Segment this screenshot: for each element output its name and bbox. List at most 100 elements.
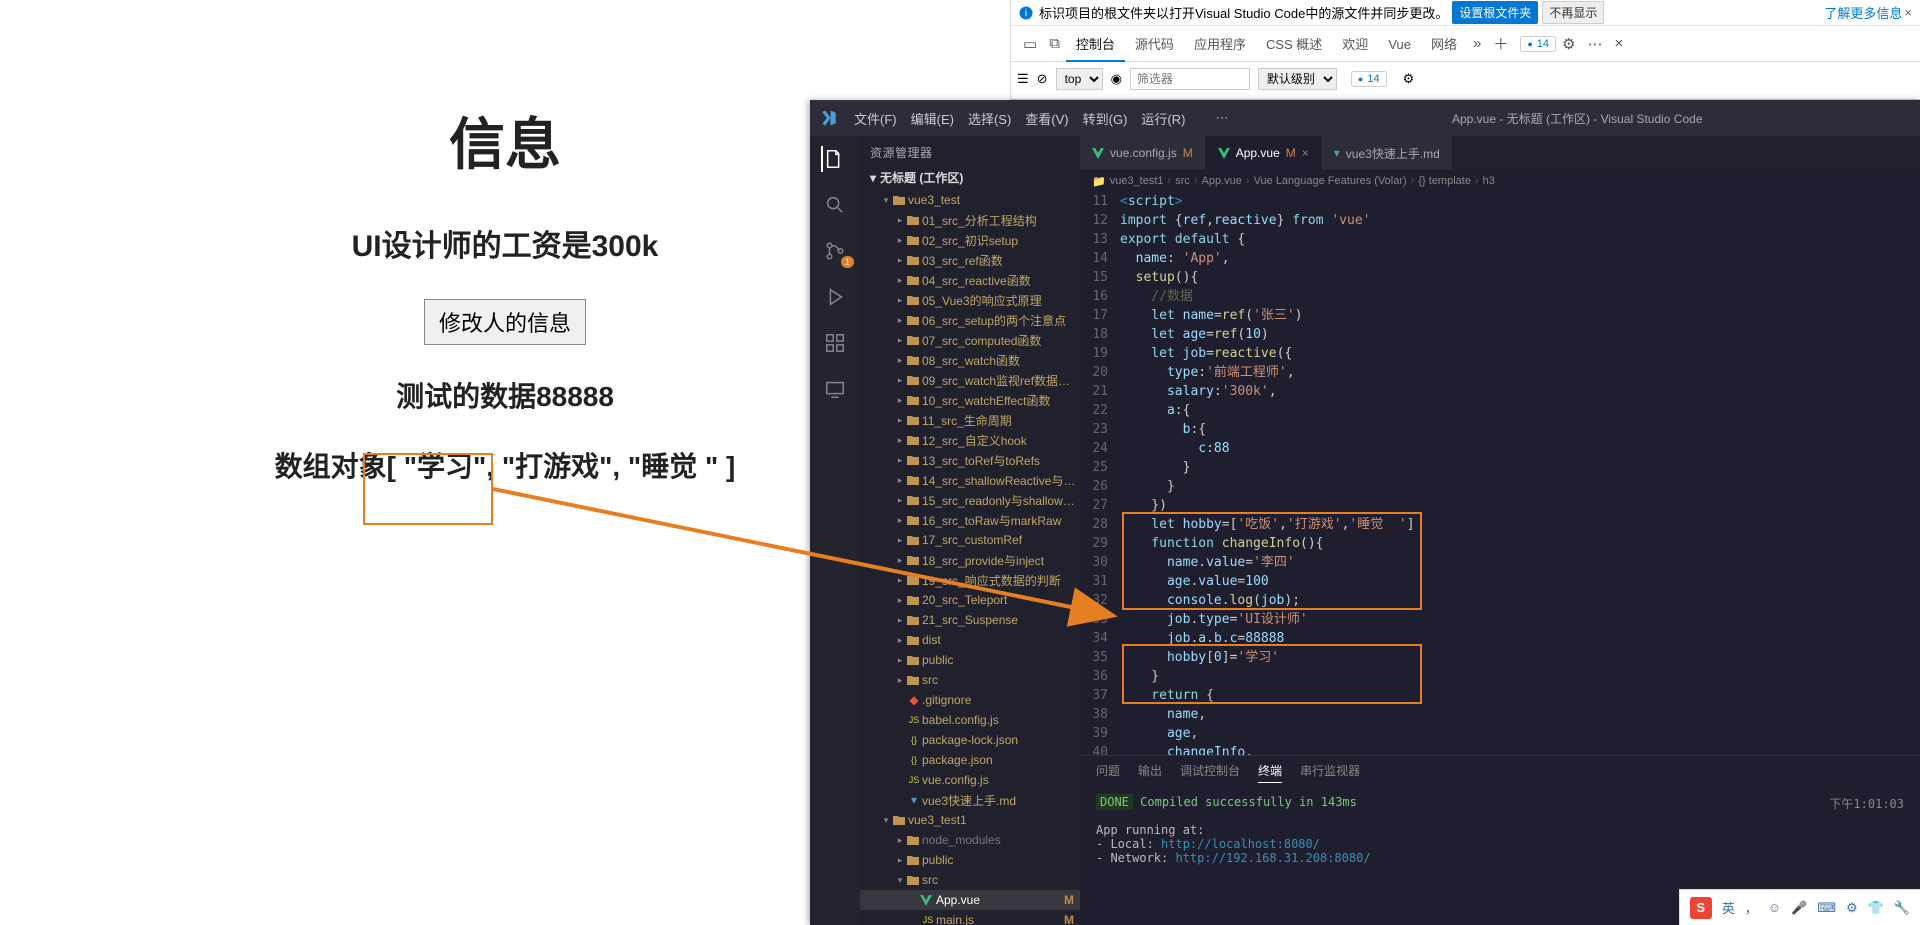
tree-item[interactable]: ▸09_src_watch监视ref数据的说明 [860, 370, 1080, 390]
dismiss-button[interactable]: 不再显示 [1542, 1, 1604, 24]
tree-item[interactable]: ▸08_src_watch函数 [860, 350, 1080, 370]
devtools-tab-欢迎[interactable]: 欢迎 [1332, 29, 1378, 60]
tree-item[interactable]: ▾vue3_test1 [860, 810, 1080, 830]
tree-item[interactable]: ▸dist [860, 630, 1080, 650]
sidebar-toggle-icon[interactable]: ☰ [1017, 71, 1029, 87]
breadcrumb[interactable]: 📁vue3_test1 › src › App.vue › Vue Langua… [1080, 170, 1920, 192]
tree-item[interactable]: ▸node_modules [860, 830, 1080, 850]
terminal-tab[interactable]: 调试控制台 [1180, 762, 1240, 783]
source-control-icon[interactable] [822, 238, 848, 264]
change-info-button[interactable]: 修改人的信息 [424, 299, 586, 345]
tree-item[interactable]: ▸06_src_setup的两个注意点 [860, 310, 1080, 330]
menu-item[interactable]: 编辑(E) [911, 112, 954, 127]
menu-item[interactable]: 选择(S) [968, 112, 1011, 127]
breadcrumb-item[interactable]: Vue Language Features (Volar) [1254, 175, 1407, 187]
workspace-label[interactable]: ▾无标题 (工作区) [860, 165, 1080, 190]
level-select[interactable]: 默认级别 [1258, 68, 1337, 90]
gear-icon[interactable]: ⚙ [1556, 29, 1581, 59]
tree-item[interactable]: ◆.gitignore [860, 690, 1080, 710]
tree-item[interactable]: ▸19_src_响应式数据的判断 [860, 570, 1080, 590]
more-icon[interactable]: ⋯ [1581, 29, 1608, 59]
context-select[interactable]: top [1056, 68, 1103, 90]
menu-item[interactable]: 文件(F) [854, 112, 897, 127]
eye-icon[interactable]: ◉ [1111, 71, 1122, 87]
breadcrumb-item[interactable]: h3 [1483, 175, 1495, 187]
editor-tab[interactable]: App.vueM× [1206, 136, 1322, 170]
set-root-button[interactable]: 设置根文件夹 [1452, 1, 1538, 24]
tree-item[interactable]: ▸10_src_watchEffect函数 [860, 390, 1080, 410]
filter-input[interactable] [1130, 68, 1250, 90]
tree-item[interactable]: ▸18_src_provide与inject [860, 550, 1080, 570]
devtools-tab-Vue[interactable]: Vue [1378, 29, 1421, 60]
devtools-tab-控制台[interactable]: 控制台 [1066, 29, 1125, 62]
tree-item[interactable]: JSvue.config.js [860, 770, 1080, 790]
tree-item[interactable]: ▸11_src_生命周期 [860, 410, 1080, 430]
menu-item[interactable]: 运行(R) [1141, 112, 1185, 127]
devtools-tab-源代码[interactable]: 源代码 [1125, 29, 1184, 60]
close-devtools-icon[interactable]: × [1608, 29, 1629, 58]
tree-item[interactable]: ▸13_src_toRef与toRefs [860, 450, 1080, 470]
ime-keyboard-icon[interactable]: ⌨ [1817, 900, 1836, 916]
clear-icon[interactable]: ⊘ [1037, 71, 1048, 87]
tree-item[interactable]: ▸07_src_computed函数 [860, 330, 1080, 350]
close-icon[interactable]: × [1904, 5, 1912, 20]
tree-item[interactable]: ▸21_src_Suspense [860, 610, 1080, 630]
ime-skin-icon[interactable]: 👕 [1868, 900, 1884, 916]
remote-icon[interactable] [822, 376, 848, 402]
dock-icon[interactable]: ⧉ [1043, 29, 1066, 58]
tree-item[interactable]: ▸12_src_自定义hook [860, 430, 1080, 450]
chevron-right-icon[interactable]: » [1467, 29, 1487, 58]
network-url[interactable]: http://192.168.31.208:8080/ [1175, 851, 1370, 865]
tree-item[interactable]: ▸public [860, 650, 1080, 670]
menu-item[interactable]: 转到(G) [1083, 112, 1128, 127]
breadcrumb-item[interactable]: vue3_test1 [1110, 175, 1164, 187]
issues-badge[interactable]: 14 [1520, 36, 1556, 52]
code-editor[interactable]: 11<script>12import {ref,reactive} from '… [1080, 192, 1920, 755]
device-toggle-icon[interactable]: ▭ [1017, 29, 1043, 59]
tree-item[interactable]: ▸14_src_shallowReactive与shallowRef [860, 470, 1080, 490]
terminal-tab[interactable]: 问题 [1096, 762, 1120, 783]
issues-badge-2[interactable]: 14 [1351, 71, 1387, 87]
tree-item[interactable]: {}package.json [860, 750, 1080, 770]
tree-item[interactable]: ▸02_src_初识setup [860, 230, 1080, 250]
breadcrumb-item[interactable]: src [1175, 175, 1190, 187]
menu-item[interactable]: 查看(V) [1025, 112, 1068, 127]
devtools-tab-应用程序[interactable]: 应用程序 [1184, 29, 1256, 60]
tree-item[interactable]: JSbabel.config.js [860, 710, 1080, 730]
ime-smile-icon[interactable]: ☺ [1768, 900, 1781, 915]
tree-item[interactable]: ▸05_Vue3的响应式原理 [860, 290, 1080, 310]
terminal-tab[interactable]: 串行监视器 [1300, 762, 1360, 783]
editor-tab[interactable]: vue.config.jsM [1080, 136, 1206, 170]
tree-item[interactable]: ▾vue3_test [860, 190, 1080, 210]
gear-icon-2[interactable]: ⚙ [1403, 71, 1415, 87]
tree-item[interactable]: ▸15_src_readonly与shallowReadonly [860, 490, 1080, 510]
breadcrumb-item[interactable]: App.vue [1202, 175, 1242, 187]
explorer-icon[interactable] [821, 146, 847, 172]
ime-tool-icon[interactable]: 🔧 [1894, 900, 1910, 916]
tree-item[interactable]: ▾vue3快速上手.md [860, 790, 1080, 810]
tree-item[interactable]: App.vueM [860, 890, 1080, 910]
terminal-tab[interactable]: 终端 [1258, 762, 1282, 783]
tree-item[interactable]: ▸public [860, 850, 1080, 870]
tree-item[interactable]: JSmain.jsM [860, 910, 1080, 925]
breadcrumb-item[interactable]: {} template [1418, 175, 1471, 187]
tree-item[interactable]: ▸03_src_ref函数 [860, 250, 1080, 270]
tree-item[interactable]: ▸20_src_Teleport [860, 590, 1080, 610]
tree-item[interactable]: {}package-lock.json [860, 730, 1080, 750]
ime-gear-icon[interactable]: ⚙ [1846, 900, 1858, 916]
tree-item[interactable]: ▸16_src_toRaw与markRaw [860, 510, 1080, 530]
search-icon[interactable] [822, 192, 848, 218]
tree-item[interactable]: ▸17_src_customRef [860, 530, 1080, 550]
ime-punct-icon[interactable]: ， [1745, 898, 1758, 917]
tree-item[interactable]: ▾src [860, 870, 1080, 890]
devtools-tab-网络[interactable]: 网络 [1421, 29, 1467, 60]
close-tab-icon[interactable]: × [1302, 146, 1309, 160]
learn-more-link[interactable]: 了解更多信息 [1824, 3, 1902, 22]
tree-item[interactable]: ▸04_src_reactive函数 [860, 270, 1080, 290]
ime-lang[interactable]: 英 [1722, 898, 1735, 917]
devtools-tab-CSS 概述[interactable]: CSS 概述 [1256, 29, 1332, 60]
tree-item[interactable]: ▸src [860, 670, 1080, 690]
ime-mic-icon[interactable]: 🎤 [1791, 900, 1807, 916]
extensions-icon[interactable] [822, 330, 848, 356]
tree-item[interactable]: ▸01_src_分析工程结构 [860, 210, 1080, 230]
